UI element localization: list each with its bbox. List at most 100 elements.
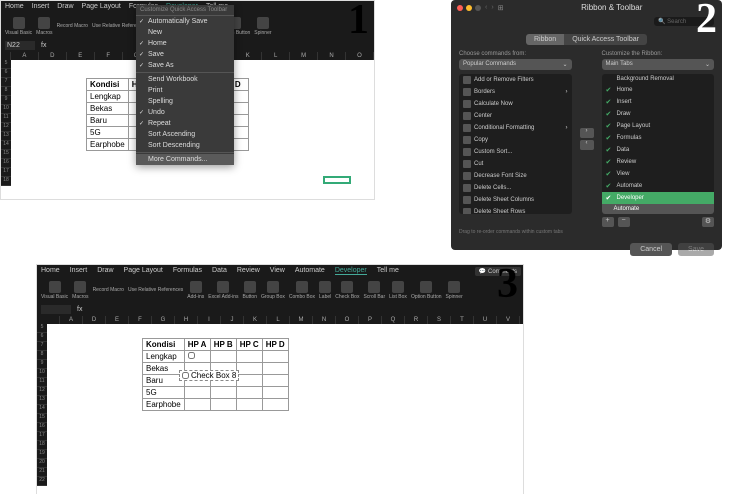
macros-button[interactable]: Macros xyxy=(36,17,52,36)
menu-sort-asc[interactable]: Sort Ascending xyxy=(136,129,234,140)
cmd-calc-now[interactable]: Calculate Now xyxy=(459,98,572,110)
grid-icon[interactable]: ⊞ xyxy=(498,4,504,12)
chevron-right-icon[interactable]: › xyxy=(491,4,493,11)
menu-print[interactable]: Print xyxy=(136,85,234,96)
tab-page-layout[interactable]: Page Layout xyxy=(124,267,163,275)
menu-send-workbook[interactable]: Send Workbook xyxy=(136,74,234,85)
save-button[interactable]: Save xyxy=(678,243,714,256)
seg-ribbon[interactable]: Ribbon xyxy=(526,34,564,45)
cmd-del-cols[interactable]: Delete Sheet Columns xyxy=(459,194,572,206)
menu-new[interactable]: New xyxy=(136,27,234,38)
tree-sub-automate[interactable]: Automate xyxy=(602,204,715,214)
window-controls[interactable] xyxy=(457,5,481,11)
tree-insert[interactable]: ✔Insert xyxy=(602,96,715,108)
menu-spelling[interactable]: Spelling xyxy=(136,96,234,107)
close-icon[interactable] xyxy=(457,5,463,11)
tree-draw[interactable]: ✔Draw xyxy=(602,108,715,120)
ribbon-tree[interactable]: Background Removal ✔Home ✔Insert ✔Draw ✔… xyxy=(602,74,715,214)
col-N[interactable]: N xyxy=(318,52,346,60)
excel-addins-button[interactable]: Excel Add-ins xyxy=(208,281,238,300)
menu-sort-desc[interactable]: Sort Descending xyxy=(136,140,234,151)
floating-checkbox-control[interactable]: Check Box 8 xyxy=(179,370,239,381)
tree-data[interactable]: ✔Data xyxy=(602,144,715,156)
tree-review[interactable]: ✔Review xyxy=(602,156,715,168)
relative-refs-button[interactable]: Use Relative References xyxy=(128,287,183,293)
col-K[interactable]: K xyxy=(234,52,262,60)
cmd-filters[interactable]: Add or Remove Filters xyxy=(459,74,572,86)
cmd-del-cells[interactable]: Delete Cells... xyxy=(459,182,572,194)
menu-undo[interactable]: Undo xyxy=(136,107,234,118)
settings-button[interactable]: ⚙ xyxy=(702,217,714,227)
spreadsheet-grid-3[interactable]: 5678910111213141516171819202122 KondisiH… xyxy=(37,324,523,494)
tab-insert[interactable]: Insert xyxy=(70,267,88,275)
cmd-dec-font[interactable]: Decrease Font Size xyxy=(459,170,572,182)
segmented-control[interactable]: Ribbon Quick Access Toolbar xyxy=(451,34,722,45)
remove-left-button[interactable]: ‹ xyxy=(580,140,594,150)
scroll-bar-button[interactable]: Scroll Bar xyxy=(363,281,385,300)
label-button[interactable]: Label xyxy=(319,281,331,300)
col-M[interactable]: M xyxy=(290,52,318,60)
menu-repeat[interactable]: Repeat xyxy=(136,118,234,129)
cmd-cut[interactable]: Cut xyxy=(459,158,572,170)
col-E[interactable]: E xyxy=(67,52,95,60)
seg-qat[interactable]: Quick Access Toolbar xyxy=(564,34,647,45)
chevron-left-icon[interactable]: ‹ xyxy=(485,4,487,11)
tree-automate[interactable]: ✔Automate xyxy=(602,180,715,192)
macros-button[interactable]: Macros xyxy=(72,281,88,300)
col-D[interactable]: D xyxy=(39,52,67,60)
cmd-cond-format[interactable]: Conditional Formatting› xyxy=(459,122,572,134)
tab-home[interactable]: Home xyxy=(41,267,60,275)
tree-formulas[interactable]: ✔Formulas xyxy=(602,132,715,144)
tree-page-layout[interactable]: ✔Page Layout xyxy=(602,120,715,132)
cmd-del-rows[interactable]: Delete Sheet Rows xyxy=(459,206,572,214)
col-F[interactable]: F xyxy=(95,52,123,60)
col-O[interactable]: O xyxy=(346,52,374,60)
tab-developer[interactable]: Developer xyxy=(335,267,367,275)
add-right-button[interactable]: › xyxy=(580,128,594,138)
record-macro-button[interactable]: Record Macro xyxy=(57,23,88,29)
commands-list[interactable]: Add or Remove Filters Borders› Calculate… xyxy=(459,74,572,214)
option-button[interactable]: Option Button xyxy=(411,281,442,300)
tree-view[interactable]: ✔View xyxy=(602,168,715,180)
tab-draw[interactable]: Draw xyxy=(97,267,113,275)
visual-basic-button[interactable]: Visual Basic xyxy=(5,17,32,36)
tab-data[interactable]: Data xyxy=(212,267,227,275)
tab-page-layout[interactable]: Page Layout xyxy=(82,3,121,11)
list-box-button[interactable]: List Box xyxy=(389,281,407,300)
col-A[interactable]: A xyxy=(11,52,39,60)
cmd-center[interactable]: Center xyxy=(459,110,572,122)
tab-insert[interactable]: Insert xyxy=(32,3,50,11)
commands-select[interactable]: Popular Commands⌄ xyxy=(459,59,572,70)
tab-home[interactable]: Home xyxy=(5,3,24,11)
button-control[interactable]: Button xyxy=(243,281,257,300)
menu-save-as[interactable]: Save As xyxy=(136,60,234,71)
cancel-button[interactable]: Cancel xyxy=(630,243,672,256)
tab-automate[interactable]: Automate xyxy=(295,267,325,275)
combo-box-button[interactable]: Combo Box xyxy=(289,281,315,300)
tab-formulas[interactable]: Formulas xyxy=(173,267,202,275)
visual-basic-button[interactable]: Visual Basic xyxy=(41,281,68,300)
tree-bg-removal[interactable]: Background Removal xyxy=(602,74,715,84)
maximize-icon[interactable] xyxy=(475,5,481,11)
menu-auto-save[interactable]: Automatically Save xyxy=(136,16,234,27)
menu-save[interactable]: Save xyxy=(136,49,234,60)
spinner-button[interactable]: Spinner xyxy=(254,17,271,36)
checkbox-input[interactable] xyxy=(182,372,189,379)
name-box[interactable] xyxy=(41,305,71,314)
group-box-button[interactable]: Group Box xyxy=(261,281,285,300)
minimize-icon[interactable] xyxy=(466,5,472,11)
col-L[interactable]: L xyxy=(262,52,290,60)
tab-review[interactable]: Review xyxy=(237,267,260,275)
fx-icon[interactable]: fx xyxy=(77,306,82,313)
fx-icon[interactable]: fx xyxy=(41,42,46,49)
menu-home[interactable]: Home xyxy=(136,38,234,49)
cell-kondisi[interactable]: Kondisi xyxy=(87,79,129,91)
tree-home[interactable]: ✔Home xyxy=(602,84,715,96)
tab-draw[interactable]: Draw xyxy=(57,3,73,11)
checkbox-lengkap-a[interactable] xyxy=(188,352,195,359)
record-macro-button[interactable]: Record Macro xyxy=(93,287,124,293)
addins-button[interactable]: Add-ins xyxy=(187,281,204,300)
cmd-custom-sort[interactable]: Custom Sort... xyxy=(459,146,572,158)
menu-more-commands[interactable]: More Commands... xyxy=(136,154,234,165)
cmd-copy[interactable]: Copy xyxy=(459,134,572,146)
